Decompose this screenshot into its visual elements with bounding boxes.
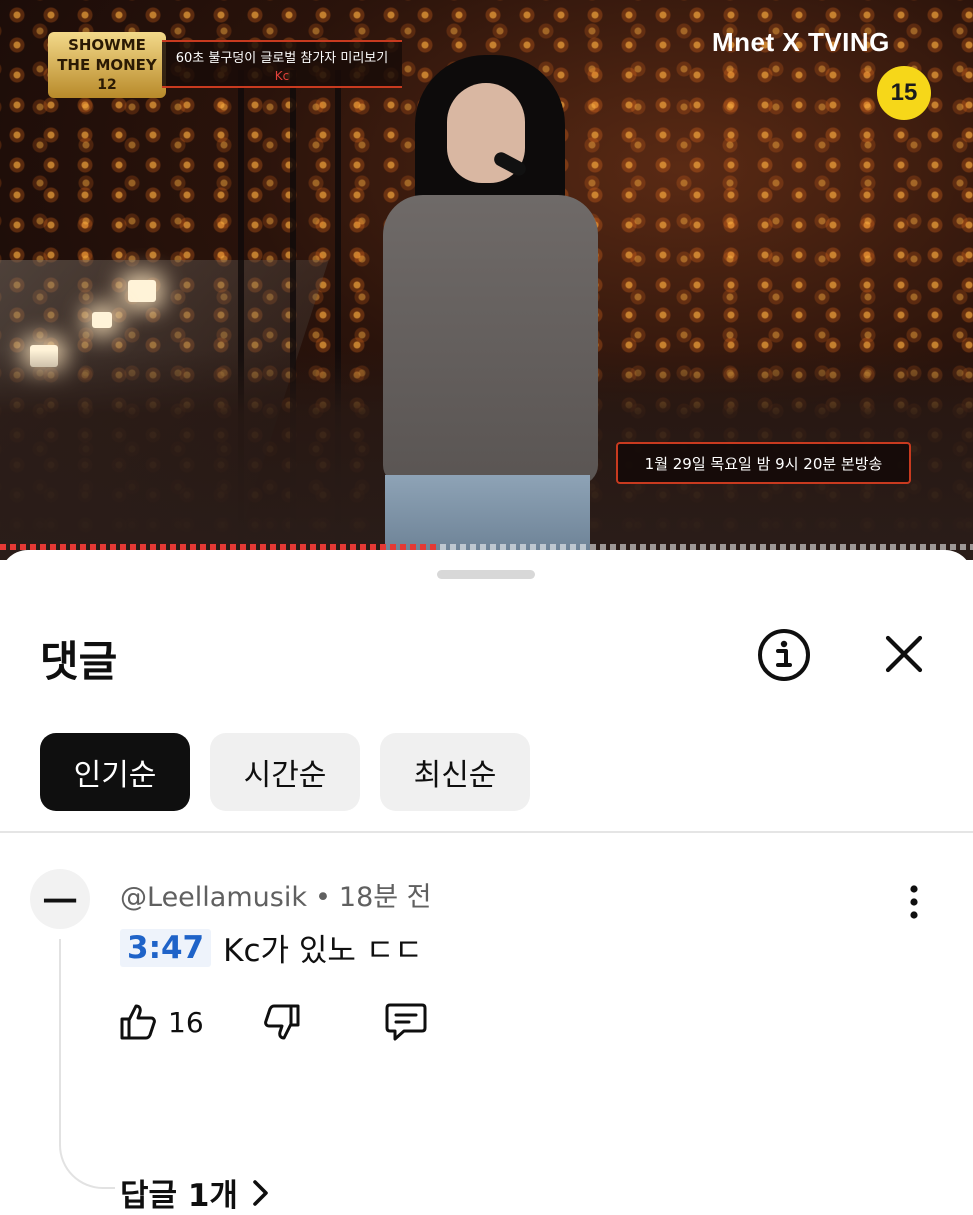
drag-handle[interactable] bbox=[437, 570, 535, 579]
comments-sheet: 댓글 인기순 시간순 최신순 一 @Leellamusik • 18분 전 3:… bbox=[0, 550, 973, 1214]
comment-text: Kc가 있노 ㄷㄷ bbox=[223, 933, 423, 969]
sort-chips: 인기순 시간순 최신순 bbox=[40, 733, 530, 811]
caption-name: Kc bbox=[274, 69, 290, 83]
comment-meta: @Leellamusik • 18분 전 bbox=[120, 875, 432, 914]
video-player[interactable]: SHOWME THE MONEY 12 60초 불구덩이 글로벌 참가자 미리보… bbox=[0, 0, 973, 560]
thread-line bbox=[59, 939, 115, 1189]
show-logo: SHOWME THE MONEY 12 bbox=[48, 32, 166, 98]
performer bbox=[375, 55, 605, 555]
thumbs-down-icon bbox=[263, 1004, 300, 1040]
age-rating-badge: 15 bbox=[877, 66, 931, 120]
comment-time: 18분 전 bbox=[338, 882, 432, 913]
comment-body: 3:47 Kc가 있노 ㄷㄷ bbox=[120, 925, 423, 970]
reply-button[interactable] bbox=[384, 1001, 428, 1043]
close-icon[interactable] bbox=[880, 630, 928, 678]
caption-title: 60초 불구덩이 글로벌 참가자 미리보기 bbox=[175, 51, 389, 66]
sort-chip-popular[interactable]: 인기순 bbox=[40, 733, 190, 811]
timestamp-link[interactable]: 3:47 bbox=[120, 928, 212, 967]
video-caption: 60초 불구덩이 글로벌 참가자 미리보기 Kc bbox=[162, 40, 402, 88]
view-replies-button[interactable]: 답글 1개 bbox=[120, 1170, 272, 1215]
comment-item: 一 @Leellamusik•18분 전 3:47 Kc가 있노 ㄷㄷ 16 bbox=[0, 833, 973, 1214]
comment-actions: 16 bbox=[118, 1001, 428, 1043]
replies-label: 답글 1개 bbox=[120, 1178, 238, 1214]
reply-comment-icon bbox=[385, 1003, 427, 1041]
chevron-right-icon bbox=[253, 1179, 268, 1206]
like-count: 16 bbox=[168, 1005, 204, 1039]
spotlight bbox=[128, 280, 156, 302]
spotlight bbox=[92, 312, 112, 328]
sort-chip-newest[interactable]: 최신순 bbox=[380, 733, 530, 811]
like-button[interactable]: 16 bbox=[118, 1002, 204, 1042]
sort-chip-time[interactable]: 시간순 bbox=[210, 733, 360, 811]
separator-dot: • bbox=[314, 882, 331, 913]
avatar[interactable]: 一 bbox=[30, 869, 90, 929]
thumbs-up-icon bbox=[120, 1004, 156, 1040]
dislike-button[interactable] bbox=[262, 1002, 302, 1042]
sheet-title: 댓글 bbox=[40, 637, 118, 686]
more-options-icon[interactable] bbox=[898, 883, 930, 923]
air-date-banner: 1월 29일 목요일 밤 9시 20분 본방송 bbox=[616, 442, 911, 484]
comment-author[interactable]: @Leellamusik bbox=[120, 882, 307, 913]
info-icon[interactable] bbox=[756, 627, 812, 683]
broadcaster-logo: Mnet X TVING bbox=[712, 27, 890, 57]
